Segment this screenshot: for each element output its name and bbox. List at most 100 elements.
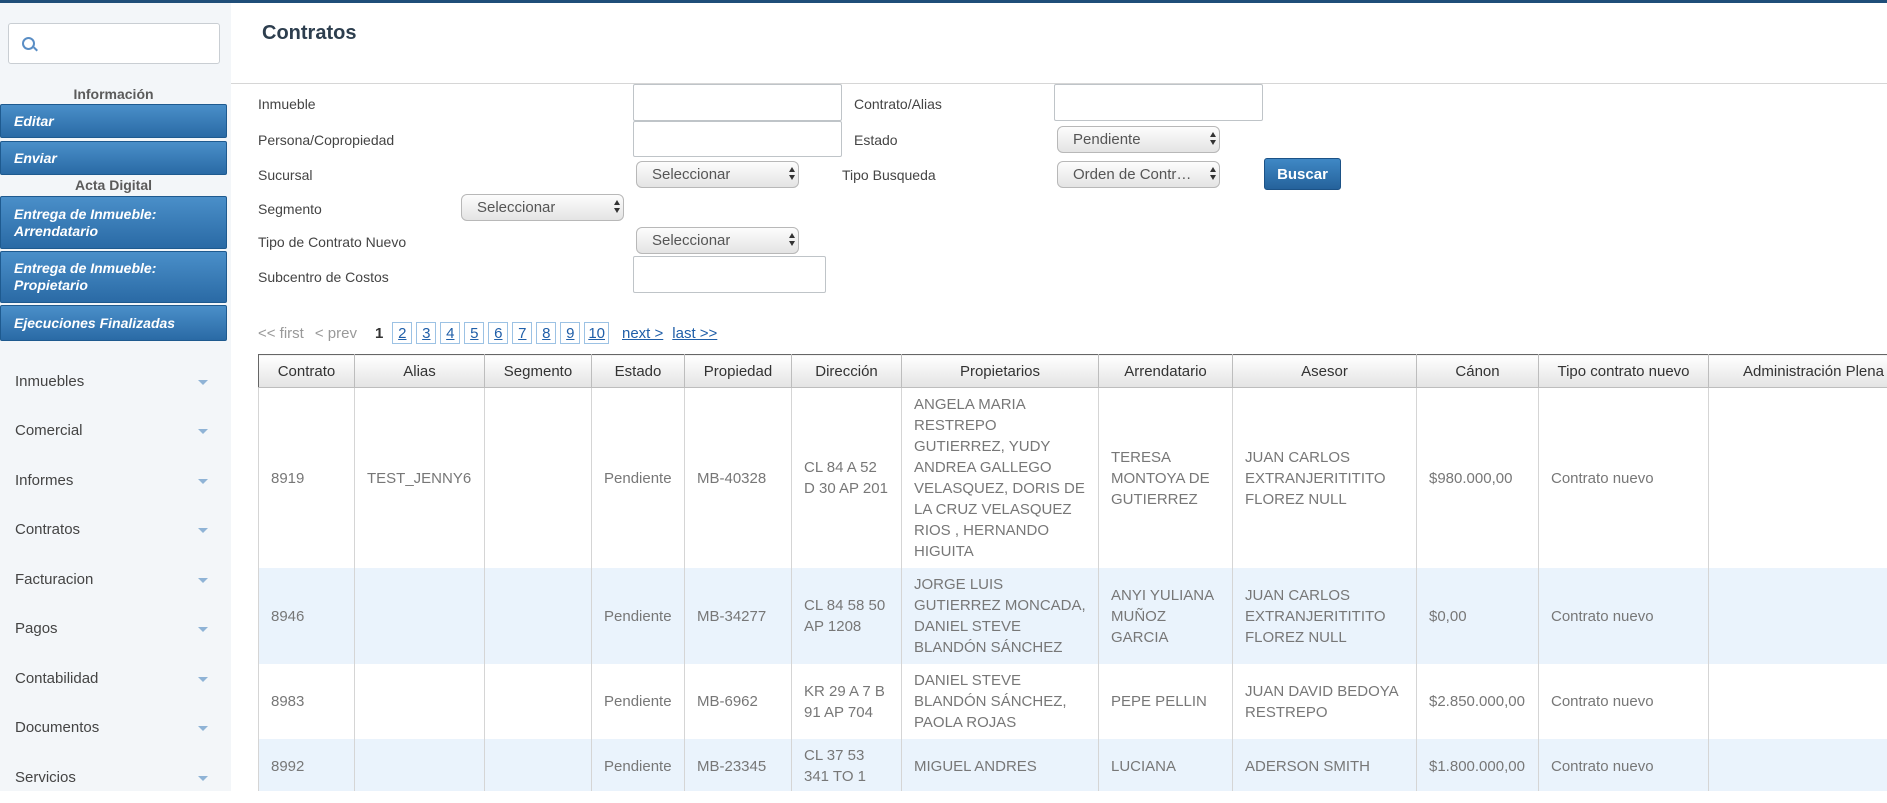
table-cell: MIGUEL ANDRES [902, 739, 1099, 791]
table-cell: 8946 [259, 568, 355, 664]
table-cell: Contrato nuevo [1539, 568, 1709, 664]
column-header[interactable]: Alias [355, 355, 485, 388]
table-cell: 8992 [259, 739, 355, 791]
table-cell [485, 388, 592, 569]
buscar-button[interactable]: Buscar [1264, 158, 1341, 190]
page-link[interactable]: 2 [392, 322, 412, 344]
nav-item-facturacion[interactable]: Facturacion [0, 556, 227, 605]
page-link[interactable]: 5 [464, 322, 484, 344]
table-cell: $0,00 [1417, 568, 1539, 664]
table-row[interactable]: 8983 Pendiente MB-6962 KR 29 A 7 B 91 AP… [259, 664, 1887, 739]
editar-button[interactable]: Editar [0, 104, 227, 138]
table-cell: Contrato nuevo [1539, 739, 1709, 791]
table-cell: $0 [1709, 739, 1887, 791]
caret-down-icon [198, 627, 208, 632]
page-link[interactable]: 8 [536, 322, 556, 344]
nav-item-label: Comercial [15, 422, 83, 439]
caret-down-icon [198, 528, 208, 533]
table-cell: Contrato nuevo [1539, 664, 1709, 739]
caret-down-icon [198, 479, 208, 484]
inmueble-input[interactable] [633, 84, 842, 121]
table-cell: Pendiente [592, 739, 685, 791]
tipo-contrato-nuevo-label: Tipo de Contrato Nuevo [258, 234, 406, 250]
page-link[interactable]: 4 [440, 322, 460, 344]
column-header[interactable]: Cánon [1417, 355, 1539, 388]
search-icon [22, 37, 35, 50]
table-cell: DANIEL STEVE BLANDÓN SÁNCHEZ, PAOLA ROJA… [902, 664, 1099, 739]
search-input[interactable] [43, 30, 217, 58]
table-cell: ANYI YULIANA MUÑOZ GARCIA [1099, 568, 1233, 664]
nav-item-contratos[interactable]: Contratos [0, 506, 227, 555]
table-cell: JUAN CARLOS EXTRANJERITITITO FLOREZ NULL [1233, 568, 1417, 664]
sucursal-select-value: Seleccionar [652, 162, 730, 187]
table-header-row: Contrato Alias Segmento Estado Propiedad… [259, 355, 1887, 388]
table-cell: CL 37 53 341 TO 1 [792, 739, 902, 791]
section-title-informacion: Información [0, 86, 227, 102]
estado-select[interactable]: Pendiente [1057, 126, 1220, 153]
table-cell: JUAN DAVID BEDOYA RESTREPO [1233, 664, 1417, 739]
next-page-link[interactable]: next > [622, 325, 663, 342]
table-cell: 8983 [259, 664, 355, 739]
table-cell: $0 [1709, 664, 1887, 739]
table-row[interactable]: 8919 TEST_JENNY6 Pendiente MB-40328 CL 8… [259, 388, 1887, 569]
subcentro-costos-label: Subcentro de Costos [258, 269, 389, 285]
column-header[interactable]: Estado [592, 355, 685, 388]
nav-item-inmuebles[interactable]: Inmuebles [0, 358, 227, 407]
caret-down-icon [198, 677, 208, 682]
column-header[interactable]: Tipo contrato nuevo [1539, 355, 1709, 388]
page-link[interactable]: 7 [512, 322, 532, 344]
nav-item-pagos[interactable]: Pagos [0, 605, 227, 654]
nav-item-label: Servicios [15, 769, 76, 786]
nav-item-label: Pagos [15, 620, 58, 637]
estado-label: Estado [854, 132, 898, 148]
table-row[interactable]: 8992 Pendiente MB-23345 CL 37 53 341 TO … [259, 739, 1887, 791]
column-header[interactable]: Arrendatario [1099, 355, 1233, 388]
tipo-contrato-nuevo-select[interactable]: Seleccionar [636, 227, 799, 254]
page-link[interactable]: 9 [560, 322, 580, 344]
table-cell: CL 84 A 52 D 30 AP 201 [792, 388, 902, 569]
page-link[interactable]: 10 [584, 322, 609, 344]
table-cell: MB-34277 [685, 568, 792, 664]
page-title: Contratos [262, 22, 356, 45]
table-cell: $1.800.000,00 [1417, 739, 1539, 791]
first-page-link: << first [258, 325, 304, 342]
nav-item-comercial[interactable]: Comercial [0, 407, 227, 456]
caret-down-icon [198, 380, 208, 385]
entrega-arrendatario-button[interactable]: Entrega de Inmueble: Arrendatario [0, 196, 227, 249]
column-header[interactable]: Propietarios [902, 355, 1099, 388]
table-cell [485, 568, 592, 664]
column-header[interactable]: Administración Plena [1709, 355, 1887, 388]
last-page-link[interactable]: last >> [672, 325, 717, 342]
table-cell: CL 84 58 50 AP 1208 [792, 568, 902, 664]
column-header[interactable]: Asesor [1233, 355, 1417, 388]
table-cell [485, 739, 592, 791]
nav-item-informes[interactable]: Informes [0, 457, 227, 506]
column-header[interactable]: Segmento [485, 355, 592, 388]
entrega-propietario-button[interactable]: Entrega de Inmueble: Propietario [0, 251, 227, 303]
segmento-select[interactable]: Seleccionar [461, 194, 624, 221]
page-link[interactable]: 6 [488, 322, 508, 344]
table-row[interactable]: 8946 Pendiente MB-34277 CL 84 58 50 AP 1… [259, 568, 1887, 664]
caret-down-icon [198, 726, 208, 731]
column-header[interactable]: Propiedad [685, 355, 792, 388]
nav-item-documentos[interactable]: Documentos [0, 704, 227, 753]
table-cell: $0 [1709, 568, 1887, 664]
tipo-contrato-nuevo-select-value: Seleccionar [652, 228, 730, 253]
nav-item-label: Contabilidad [15, 670, 98, 687]
search-box[interactable] [8, 23, 220, 64]
nav-item-label: Inmuebles [15, 373, 84, 390]
nav-item-servicios[interactable]: Servicios [0, 754, 227, 803]
tipo-busqueda-select[interactable]: Orden de Contrato [1057, 161, 1220, 188]
enviar-button[interactable]: Enviar [0, 141, 227, 175]
inmueble-label: Inmueble [258, 96, 316, 112]
sucursal-label: Sucursal [258, 167, 312, 183]
column-header[interactable]: Contrato [259, 355, 355, 388]
persona-copropiedad-input[interactable] [633, 121, 842, 157]
page-link[interactable]: 3 [416, 322, 436, 344]
ejecuciones-finalizadas-button[interactable]: Ejecuciones Finalizadas [0, 305, 227, 341]
nav-item-contabilidad[interactable]: Contabilidad [0, 655, 227, 704]
contrato-alias-input[interactable] [1054, 84, 1263, 121]
sucursal-select[interactable]: Seleccionar [636, 161, 799, 188]
column-header[interactable]: Dirección [792, 355, 902, 388]
subcentro-costos-input[interactable] [633, 256, 826, 293]
